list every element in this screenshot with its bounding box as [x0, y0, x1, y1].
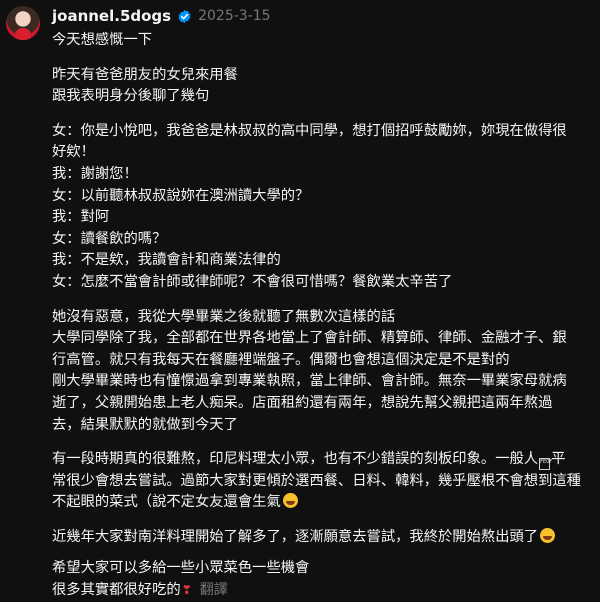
text-line: 希望大家可以多給一些小眾菜色一些機會 — [52, 560, 310, 577]
text-segment: 近幾年大家對南洋料理開始了解多了，逐漸願意去嘗試，我終於開始熬出頭了 — [52, 528, 539, 545]
paragraph-dialogue: 女：你是小悅吧，我爸爸是林叔叔的高中同學，想打個招呼鼓勵妳，妳現在做得很 好欸！… — [52, 121, 597, 294]
text-segment: 不起眼的菜式（說不定女友還會生氣 — [52, 494, 281, 511]
text-line: 女：怎麼不當會計師或律師呢？不會很可惜嗎？餐飲業太辛苦了 — [52, 273, 453, 290]
post-header: joannel.5dogs 2025-3-15 — [52, 4, 271, 28]
translate-link[interactable]: 翻譯 — [200, 582, 228, 598]
paragraph: 今天想感慨一下 — [52, 30, 597, 52]
text-line: 近幾年大家對南洋料理開始了解多了，逐漸願意去嘗試，我終於開始熬出頭了 — [52, 527, 597, 549]
paragraph: 昨天有爸爸朋友的女兒來用餐 跟我表明身分後聊了幾句 — [52, 65, 597, 108]
text-segment: 平 — [551, 451, 566, 468]
text-line: 她沒有惡意，我從大學畢業之後就聽了無數次這樣的話 — [52, 308, 396, 325]
text-line: 大學同學除了我，全部都在世界各地當上了會計師、精算師、律師、金融才子、銀 — [52, 330, 567, 347]
text-line: 很多其實都很好吃的❣ 翻譯 — [52, 580, 597, 602]
text-line: 不起眼的菜式（說不定女友還會生氣 — [52, 492, 597, 514]
rofl-emoji-icon — [282, 493, 298, 509]
paragraph: 她沒有惡意，我從大學畢業之後就聽了無數次這樣的話 大學同學除了我，全部都在世界各… — [52, 307, 597, 437]
text-line: 我：不是欸，我讀會計和商業法律的 — [52, 252, 281, 269]
post-body: 今天想感慨一下 昨天有爸爸朋友的女兒來用餐 跟我表明身分後聊了幾句 女：你是小悅… — [52, 30, 597, 602]
paragraph: 希望大家可以多給一些小眾菜色一些機會 很多其實都很好吃的❣ 翻譯 — [52, 558, 597, 601]
text-line: 好欸！ — [52, 144, 95, 161]
text-line: 女：你是小悅吧，我爸爸是林叔叔的高中同學，想打個招呼鼓勵妳，妳現在做得很 — [52, 122, 567, 139]
red-heart-icon: ❣ — [181, 583, 192, 598]
text-segment: 有一段時期真的很難熬，印尼料理太小眾，也有不少錯誤的刻板印象。一般人 — [52, 451, 539, 468]
text-line: 剛大學畢業時也有憧憬過拿到專業執照，當上律師、會計師。無奈一畢業家母就病 — [52, 373, 567, 390]
text-line: 昨天有爸爸朋友的女兒來用餐 — [52, 66, 238, 83]
paragraph: 有一段時期真的很難熬，印尼料理太小眾，也有不少錯誤的刻板印象。一般人 FE0F平 … — [52, 449, 597, 514]
text-line: 逝了，父親開始患上老人痴呆。店面租約還有兩年，想說先幫父親把這兩年熬過 — [52, 394, 553, 411]
text-line: 跟我表明身分後聊了幾句 — [52, 88, 210, 105]
text-line: 今天想感慨一下 — [52, 32, 153, 48]
username[interactable]: joannel.5dogs — [52, 7, 171, 25]
text-line: 我：對阿 — [52, 209, 110, 226]
verified-badge-icon — [178, 9, 191, 23]
text-line: 去，結果默默的就做到今天了 — [52, 416, 238, 433]
unknown-glyph-icon: FE0F — [539, 458, 552, 471]
text-line: 我：謝謝您！ — [52, 165, 138, 182]
text-line: 女：以前聽林叔叔說妳在澳洲讀大學的？ — [52, 187, 310, 204]
text-line: 行高管。就只有我每天在餐廳裡端盤子。偶爾也會想這個決定是不是對的 — [52, 351, 510, 368]
text-segment: 很多其實都很好吃的 — [52, 582, 181, 599]
text-line: 女：讀餐飲的嗎？ — [52, 230, 167, 247]
text-line: 有一段時期真的很難熬，印尼料理太小眾，也有不少錯誤的刻板印象。一般人 FE0F平 — [52, 449, 597, 471]
threads-post: joannel.5dogs 2025-3-15 今天想感慨一下 昨天有爸爸朋友的… — [0, 0, 600, 598]
rofl-emoji-icon — [540, 527, 556, 543]
paragraph: 近幾年大家對南洋料理開始了解多了，逐漸願意去嘗試，我終於開始熬出頭了 — [52, 527, 597, 549]
avatar[interactable] — [6, 6, 40, 40]
post-date[interactable]: 2025-3-15 — [198, 8, 270, 24]
text-line: 常很少會想去嘗試。過節大家對更傾於選西餐、日料、韓料，幾乎壓根不會想到這種 — [52, 472, 581, 489]
